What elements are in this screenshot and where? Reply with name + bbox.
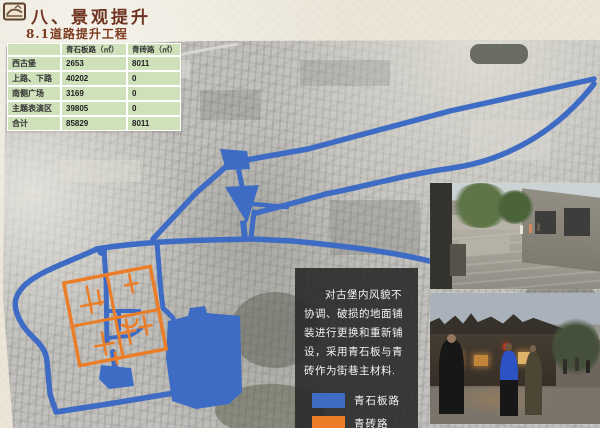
table-cell-brick: 0 <box>128 87 180 100</box>
road-area-table: 青石板路（㎡） 青砖路（㎡） 西古堡 2653 8011 上路、下路 40202… <box>7 43 181 131</box>
table-cell-brick: 0 <box>128 102 180 115</box>
legend-item-brick-road: 青砖路 <box>312 416 409 428</box>
pedestrian-figure <box>563 359 567 374</box>
table-header-stone: 青石板路（㎡） <box>62 44 126 55</box>
window <box>564 208 590 236</box>
pedestrian-figure <box>537 223 540 231</box>
stone-road-connector <box>251 212 254 238</box>
landscape-seal-icon <box>3 2 26 21</box>
presentation-slide: 八、景观提升 8.1道路提升工程 青石板路（㎡） 青砖路（㎡） 西古堡 2653… <box>0 0 600 428</box>
legend-label: 青石板路 <box>354 393 400 408</box>
table-row-name: 西古堡 <box>8 57 60 70</box>
table-cell-brick: 8011 <box>128 117 180 130</box>
info-text: 对古堡内风貌不协调、破损的地面铺装进行更换和重新铺设，采用青石板与青砖作为街巷主… <box>304 286 409 382</box>
table-header-blank <box>8 44 60 55</box>
lit-window <box>474 355 488 367</box>
brick-road-grid <box>64 266 167 370</box>
sports-field <box>470 44 528 64</box>
planter-box <box>450 244 465 276</box>
table-cell-stone: 2653 <box>62 57 126 70</box>
stone-road-stub <box>252 204 287 207</box>
info-box: 对古堡内风貌不协调、破损的地面铺装进行更换和重新铺设，采用青石板与青砖作为街巷主… <box>295 268 418 428</box>
table-cell-brick: 8011 <box>128 57 180 70</box>
photo-street-daytime <box>430 183 600 289</box>
map-legend: 青石板路 青砖路 <box>304 393 409 428</box>
table-cell-stone: 85829 <box>62 117 126 130</box>
pedestrian-head <box>505 343 512 351</box>
table-cell-brick: 0 <box>128 72 180 85</box>
dark-storefront-left <box>430 183 452 289</box>
south-small-plaza <box>99 365 134 389</box>
stone-road-central-diagonal <box>153 158 236 239</box>
table-row-name: 南侧广场 <box>8 87 60 100</box>
table-row-name: 上路、下路 <box>8 72 60 85</box>
road-junction-blob <box>225 150 241 166</box>
theme-performance-area <box>166 306 242 409</box>
table-cell-stone: 3169 <box>62 87 126 100</box>
pedestrian-figure <box>586 360 590 373</box>
slide-subtitle: 8.1道路提升工程 <box>26 25 128 42</box>
pedestrian-figure <box>439 340 465 413</box>
table-row-name: 主题表演区 <box>8 102 60 115</box>
table-cell-stone: 39805 <box>62 102 126 115</box>
pedestrian-figure <box>500 351 519 417</box>
pedestrian-head <box>447 334 456 343</box>
photo-street-evening <box>430 293 600 424</box>
stone-road-swatch <box>312 393 345 408</box>
table-row-name: 合计 <box>8 117 60 130</box>
stone-road-west-vertical <box>104 249 107 342</box>
table-cell-stone: 40202 <box>62 72 126 85</box>
stone-road-stub <box>238 167 242 186</box>
table-header-brick: 青砖路（㎡） <box>128 44 180 55</box>
brick-road-swatch <box>312 416 345 428</box>
traditional-roofline <box>430 311 563 335</box>
pedestrian-figure <box>529 224 532 233</box>
legend-label: 青砖路 <box>354 416 389 428</box>
pedestrian-figure <box>525 352 542 415</box>
road-junction-blob <box>97 246 107 256</box>
legend-item-stone-road: 青石板路 <box>312 393 409 408</box>
pedestrian-figure <box>575 357 579 371</box>
pedestrian-figure <box>520 225 523 234</box>
